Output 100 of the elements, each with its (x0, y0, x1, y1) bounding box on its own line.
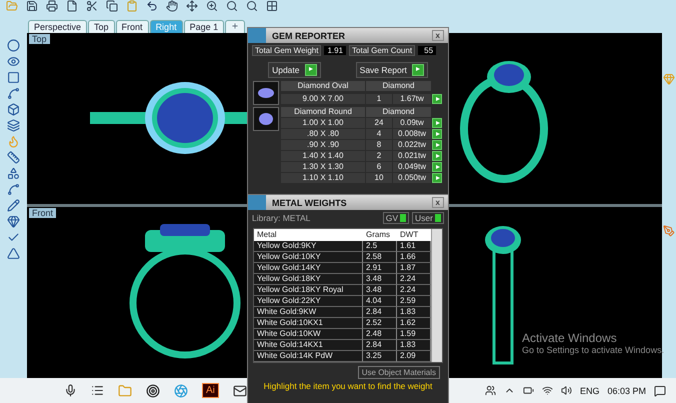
pencil-icon[interactable] (7, 199, 20, 212)
library-label: Library: METAL (252, 213, 310, 223)
document-icon[interactable] (66, 0, 78, 12)
move-icon[interactable] (186, 0, 198, 12)
zoom-in-icon[interactable] (206, 0, 218, 12)
field-value: 55 (418, 46, 436, 55)
view-tab[interactable]: Page 1 (184, 20, 224, 33)
table-cell[interactable]: 3.48 (363, 274, 397, 285)
table-cell[interactable]: 1.83 (397, 340, 431, 351)
table-cell[interactable]: 3.48 (363, 285, 397, 296)
curve-icon[interactable] (7, 87, 20, 100)
table-cell[interactable]: 2.58 (363, 252, 397, 263)
table-cell[interactable]: 1.62 (397, 318, 431, 329)
table-cell[interactable]: White Gold:10KW (254, 329, 363, 340)
view-tab[interactable]: Top (88, 20, 115, 33)
eye-icon[interactable] (7, 55, 20, 68)
shapes-icon[interactable] (7, 167, 20, 180)
app-icon[interactable] (174, 384, 188, 398)
table-cell[interactable]: 2.52 (363, 318, 397, 329)
table-cell[interactable]: 2.91 (363, 263, 397, 274)
table-cell[interactable]: 3.25 (363, 351, 397, 362)
table-cell: 0.021tw (393, 151, 431, 161)
grid-icon[interactable] (266, 0, 278, 12)
search-icon[interactable] (226, 0, 238, 12)
close-button[interactable]: x (432, 197, 444, 208)
illustrator-icon[interactable]: Ai (202, 383, 219, 398)
task-view-icon[interactable] (91, 384, 104, 397)
column-header[interactable]: DWT (397, 229, 431, 241)
play-icon (412, 64, 424, 76)
undo-icon[interactable] (146, 0, 158, 12)
table-cell[interactable]: 2.24 (397, 285, 431, 296)
save-icon[interactable] (26, 0, 38, 12)
table-cell[interactable]: 1.83 (397, 307, 431, 318)
table-cell[interactable]: 2.09 (397, 351, 431, 362)
library-toggle[interactable]: GV (382, 212, 410, 224)
table-cell[interactable]: Yellow Gold:18KY Royal (254, 285, 363, 296)
table-cell[interactable]: Yellow Gold:9KY (254, 241, 363, 252)
target-icon[interactable] (146, 384, 160, 398)
notification-icon[interactable] (654, 384, 666, 396)
hand-icon[interactable] (166, 0, 178, 12)
printer-icon[interactable] (46, 0, 58, 12)
language-indicator[interactable]: ENG (580, 386, 600, 396)
table-cell[interactable]: 4.04 (363, 296, 397, 307)
view-tab[interactable]: Front (116, 20, 149, 33)
column-header[interactable]: Grams (363, 229, 397, 241)
view-tab[interactable]: Perspective (28, 20, 88, 33)
action-button[interactable]: Save Report (356, 62, 428, 78)
table-cell: 0.022tw (393, 140, 431, 150)
use-object-materials-button[interactable]: Use Object Materials (358, 366, 440, 379)
microphone-icon[interactable] (64, 384, 77, 397)
table-cell[interactable]: 2.84 (363, 340, 397, 351)
table-cell[interactable]: 1.61 (397, 241, 431, 252)
plus-icon (231, 22, 240, 30)
column-header[interactable]: Metal (254, 229, 363, 241)
table-cell[interactable]: White Gold:14KX1 (254, 340, 363, 351)
table-cell[interactable]: 1.66 (397, 252, 431, 263)
table-cell[interactable]: Yellow Gold:18KY (254, 274, 363, 285)
table-cell[interactable]: 1.87 (397, 263, 431, 274)
scrollbar[interactable] (431, 229, 442, 362)
circle-icon[interactable] (7, 39, 20, 52)
box-icon[interactable] (7, 103, 20, 116)
table-cell[interactable]: 2.84 (363, 307, 397, 318)
table-cell[interactable]: 1.59 (397, 329, 431, 340)
go-button[interactable] (432, 94, 442, 104)
layers-icon[interactable] (7, 119, 20, 132)
field-value: 1.91 (324, 46, 346, 55)
library-toggle[interactable]: User (412, 212, 444, 224)
add-tab[interactable] (225, 20, 246, 33)
table-cell[interactable]: Yellow Gold:14KY (254, 263, 363, 274)
scissors-icon[interactable] (86, 0, 98, 12)
volume-icon[interactable] (560, 385, 572, 396)
copy-icon[interactable] (106, 0, 118, 12)
viewport-label[interactable]: Front (29, 208, 56, 218)
close-button[interactable]: x (432, 30, 444, 41)
table-cell[interactable]: Yellow Gold:10KY (254, 252, 363, 263)
field-label: Total Gem Count (349, 45, 416, 56)
ruler-icon[interactable] (7, 151, 20, 164)
people-icon[interactable] (484, 385, 496, 396)
triangle-icon[interactable] (7, 247, 20, 260)
rectangle-icon[interactable] (7, 71, 20, 84)
table-cell[interactable]: White Gold:9KW (254, 307, 363, 318)
table-cell: 0.050tw (393, 173, 431, 183)
viewport-label[interactable]: Top (29, 34, 50, 44)
table-cell[interactable]: Yellow Gold:22KY (254, 296, 363, 307)
curve-icon[interactable] (7, 183, 20, 196)
mail-icon[interactable] (232, 384, 247, 398)
table-cell[interactable]: White Gold:10KX1 (254, 318, 363, 329)
table-cell[interactable]: 2.24 (397, 274, 431, 285)
clock-time[interactable]: 06:03 PM (607, 386, 646, 396)
table-cell[interactable]: 2.5 (363, 241, 397, 252)
battery-icon[interactable] (522, 385, 534, 396)
search-icon[interactable] (246, 0, 258, 12)
action-button[interactable]: Update (268, 62, 320, 78)
table-cell: 0.09tw (393, 118, 431, 128)
table-cell[interactable]: White Gold:14K PdW (254, 351, 363, 362)
gem-icon[interactable] (7, 215, 20, 228)
table-cell[interactable]: 2.59 (397, 296, 431, 307)
wifi-icon[interactable] (542, 385, 553, 396)
table-cell[interactable]: 2.48 (363, 329, 397, 340)
clipboard-icon[interactable] (126, 0, 138, 12)
